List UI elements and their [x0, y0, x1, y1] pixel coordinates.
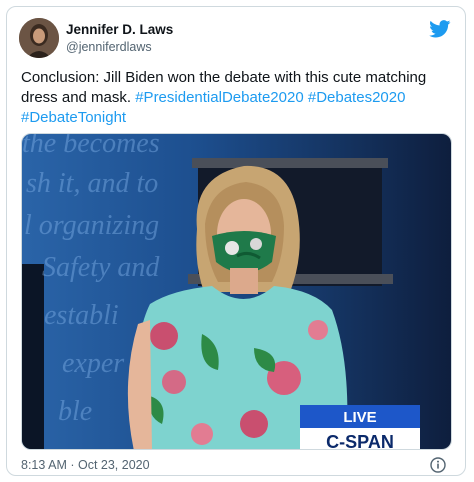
info-icon[interactable]: [430, 457, 446, 473]
backdrop-line-5: establi: [44, 300, 119, 331]
twitter-bird-icon[interactable]: [429, 20, 451, 38]
hashtag-debatetonight[interactable]: #DebateTonight: [21, 109, 126, 126]
live-label: LIVE: [343, 409, 376, 426]
backdrop-line-7: ble: [58, 396, 92, 427]
backdrop-line-2: sh it, and to: [26, 168, 158, 199]
hashtag-presidentialdebate2020[interactable]: #PresidentialDebate2020: [135, 89, 303, 106]
tweet-card[interactable]: Jennifer D. Laws @jenniferdlaws Conclusi…: [6, 6, 466, 476]
tweet-media[interactable]: the becomes sh it, and to l organizing S…: [21, 133, 452, 450]
backdrop-line-6: exper: [62, 348, 124, 379]
tweet-text: Conclusion: Jill Biden won the debate wi…: [21, 68, 461, 128]
media-image: the becomes sh it, and to l organizing S…: [22, 134, 451, 450]
avatar[interactable]: [19, 18, 59, 58]
backdrop-line-4: Safety and: [42, 252, 160, 283]
live-badge: LIVE C-SPAN: [300, 405, 420, 450]
avatar-image: [19, 18, 59, 58]
hashtag-debates2020[interactable]: #Debates2020: [308, 89, 406, 106]
tweet-timestamp[interactable]: 8:13 AM · Oct 23, 2020: [21, 458, 150, 472]
author-handle[interactable]: @jenniferdlaws: [66, 40, 152, 54]
backdrop-line-1: the becomes: [22, 134, 160, 159]
backdrop-line-3: l organizing: [24, 210, 159, 241]
author-name[interactable]: Jennifer D. Laws: [66, 22, 173, 37]
network-label: C-SPAN: [326, 432, 394, 450]
